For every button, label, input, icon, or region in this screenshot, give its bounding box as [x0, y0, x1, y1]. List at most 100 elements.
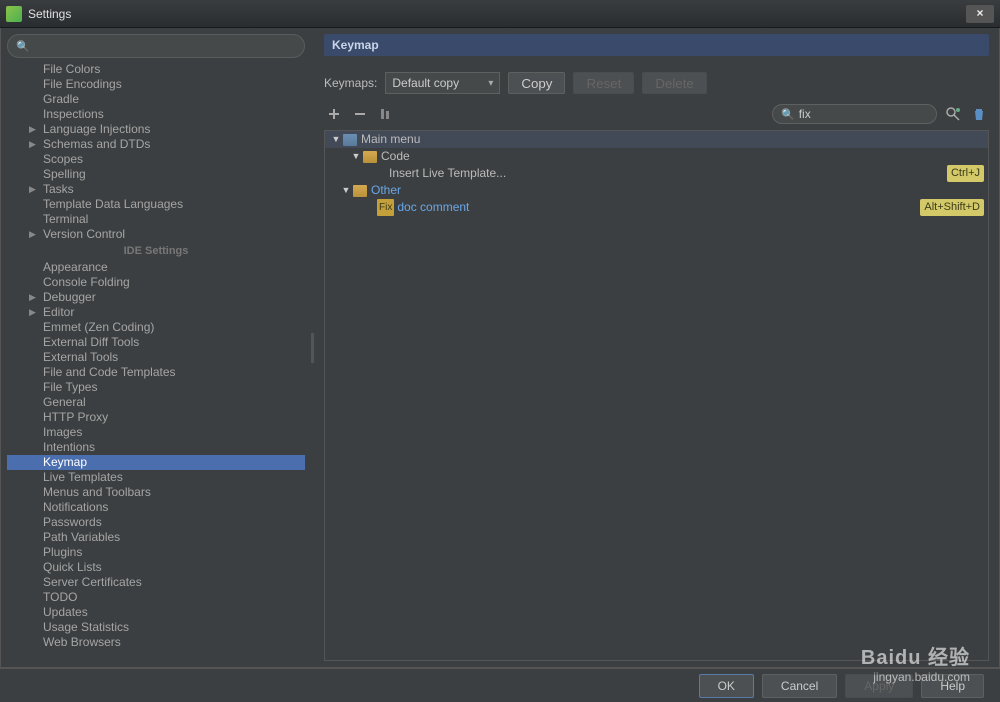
- sidebar-item[interactable]: Notifications: [7, 500, 305, 515]
- splitter[interactable]: [311, 28, 314, 667]
- edit-icon[interactable]: [376, 104, 396, 124]
- sidebar-item-label: Keymap: [43, 455, 87, 469]
- chevron-right-icon: ▶: [29, 290, 36, 305]
- sidebar-item[interactable]: ▶Version Control: [7, 227, 305, 242]
- titlebar: Settings ×: [0, 0, 1000, 28]
- sidebar-item-label: Notifications: [43, 500, 108, 514]
- reset-button[interactable]: Reset: [573, 72, 634, 94]
- sidebar-item-label: TODO: [43, 590, 77, 604]
- sidebar-item[interactable]: Plugins: [7, 545, 305, 560]
- sidebar-item[interactable]: File Types: [7, 380, 305, 395]
- keymaps-label: Keymaps:: [324, 76, 377, 90]
- chevron-down-icon: ▼: [351, 148, 361, 165]
- keymap-filter-input[interactable]: [799, 107, 954, 121]
- sidebar-item[interactable]: Menus and Toolbars: [7, 485, 305, 500]
- cancel-button[interactable]: Cancel: [762, 674, 837, 698]
- help-button[interactable]: Help: [921, 674, 984, 698]
- sidebar-item[interactable]: Spelling: [7, 167, 305, 182]
- sidebar-item[interactable]: Updates: [7, 605, 305, 620]
- sidebar-item[interactable]: TODO: [7, 590, 305, 605]
- sidebar-item[interactable]: ▶Language Injections: [7, 122, 305, 137]
- delete-shortcut-icon[interactable]: [969, 104, 989, 124]
- sidebar-item[interactable]: ▶Editor: [7, 305, 305, 320]
- sidebar-item[interactable]: ▶ Debugger: [7, 290, 305, 305]
- sidebar-item[interactable]: File Encodings: [7, 77, 305, 92]
- apply-button[interactable]: Apply: [845, 674, 913, 698]
- sidebar-item[interactable]: External Tools: [7, 350, 305, 365]
- sidebar-item[interactable]: Scopes: [7, 152, 305, 167]
- keymaps-dropdown[interactable]: Default copy: [385, 72, 500, 94]
- settings-tree[interactable]: File ColorsFile EncodingsGradleInspectio…: [7, 62, 305, 661]
- ok-button[interactable]: OK: [699, 674, 754, 698]
- close-button[interactable]: ×: [966, 5, 994, 23]
- sidebar-item-label: External Diff Tools: [43, 335, 139, 349]
- sidebar-item[interactable]: Path Variables: [7, 530, 305, 545]
- sidebar-item[interactable]: Server Certificates: [7, 575, 305, 590]
- sidebar-item-label: Console Folding: [43, 275, 130, 289]
- sidebar-item-label: Live Templates: [43, 470, 123, 484]
- sidebar-item-label: Terminal: [43, 212, 88, 226]
- sidebar-item-label: HTTP Proxy: [43, 410, 108, 424]
- sidebar-item[interactable]: General: [7, 395, 305, 410]
- folder-open-icon: [343, 134, 357, 146]
- find-action-icon[interactable]: [943, 104, 963, 124]
- copy-button[interactable]: Copy: [508, 72, 565, 94]
- sidebar-item[interactable]: Images: [7, 425, 305, 440]
- sidebar-item[interactable]: Usage Statistics: [7, 620, 305, 635]
- keymap-filter[interactable]: 🔍: [772, 104, 937, 124]
- sidebar-item[interactable]: Quick Lists: [7, 560, 305, 575]
- sidebar-item[interactable]: Inspections: [7, 107, 305, 122]
- chevron-right-icon: ▶: [29, 305, 36, 320]
- sidebar-item[interactable]: Web Browsers: [7, 635, 305, 650]
- sidebar-item[interactable]: Emmet (Zen Coding): [7, 320, 305, 335]
- tree-node-code[interactable]: ▼ Code: [325, 148, 988, 165]
- sidebar-item-label: Path Variables: [43, 530, 120, 544]
- sidebar-item[interactable]: Keymap: [7, 455, 305, 470]
- settings-search[interactable]: 🔍: [7, 34, 305, 58]
- sidebar-item-label: Debugger: [43, 290, 96, 304]
- tree-node-mainmenu[interactable]: ▼ Main menu: [325, 131, 988, 148]
- sidebar-item-label: Quick Lists: [43, 560, 102, 574]
- collapse-icon[interactable]: [350, 104, 370, 124]
- sidebar-item-label: Gradle: [43, 92, 79, 106]
- sidebar-item-label: Inspections: [43, 107, 104, 121]
- node-label: Other: [371, 182, 401, 199]
- sidebar-item-label: Passwords: [43, 515, 102, 529]
- sidebar-item-label: Updates: [43, 605, 88, 619]
- main-panel: Keymap Keymaps: Default copy Copy Reset …: [314, 28, 999, 667]
- node-label: Code: [381, 148, 410, 165]
- sidebar-item[interactable]: Live Templates: [7, 470, 305, 485]
- dialog-footer: OK Cancel Apply Help: [0, 668, 1000, 702]
- sidebar-item[interactable]: Intentions: [7, 440, 305, 455]
- sidebar-item[interactable]: Gradle: [7, 92, 305, 107]
- tree-leaf-doc-comment[interactable]: Fix doc comment Alt+Shift+D: [325, 199, 988, 216]
- keymap-tree[interactable]: ▼ Main menu ▼ Code Insert Live Template.…: [324, 130, 989, 661]
- sidebar-item[interactable]: Console Folding: [7, 275, 305, 290]
- tree-node-other[interactable]: ▼ Other: [325, 182, 988, 199]
- sidebar-item-label: Server Certificates: [43, 575, 142, 589]
- sidebar-item[interactable]: HTTP Proxy: [7, 410, 305, 425]
- expand-icon[interactable]: [324, 104, 344, 124]
- sidebar-item[interactable]: Template Data Languages: [7, 197, 305, 212]
- chevron-down-icon: ▼: [331, 131, 341, 148]
- sidebar-item-label: File and Code Templates: [43, 365, 176, 379]
- sidebar-item[interactable]: ▶Tasks: [7, 182, 305, 197]
- tree-leaf-insert-template[interactable]: Insert Live Template... Ctrl+J: [325, 165, 988, 182]
- chevron-down-icon: ▼: [341, 182, 351, 199]
- delete-button[interactable]: Delete: [642, 72, 707, 94]
- sidebar-item-label: Web Browsers: [43, 635, 121, 649]
- chevron-right-icon: ▶: [29, 137, 36, 152]
- sidebar-item-label: General: [43, 395, 86, 409]
- sidebar-item[interactable]: Appearance: [7, 260, 305, 275]
- sidebar-item[interactable]: ▶Schemas and DTDs: [7, 137, 305, 152]
- keymaps-value: Default copy: [392, 76, 459, 90]
- sidebar-item[interactable]: Passwords: [7, 515, 305, 530]
- sidebar-item[interactable]: Terminal: [7, 212, 305, 227]
- sidebar-item[interactable]: File Colors: [7, 62, 305, 77]
- settings-search-input[interactable]: [34, 39, 296, 53]
- sidebar-item[interactable]: File and Code Templates: [7, 365, 305, 380]
- sidebar-item-label: Scopes: [43, 152, 83, 166]
- sidebar-item[interactable]: External Diff Tools: [7, 335, 305, 350]
- sidebar-item-label: Usage Statistics: [43, 620, 129, 634]
- sidebar-item-label: File Encodings: [43, 77, 122, 91]
